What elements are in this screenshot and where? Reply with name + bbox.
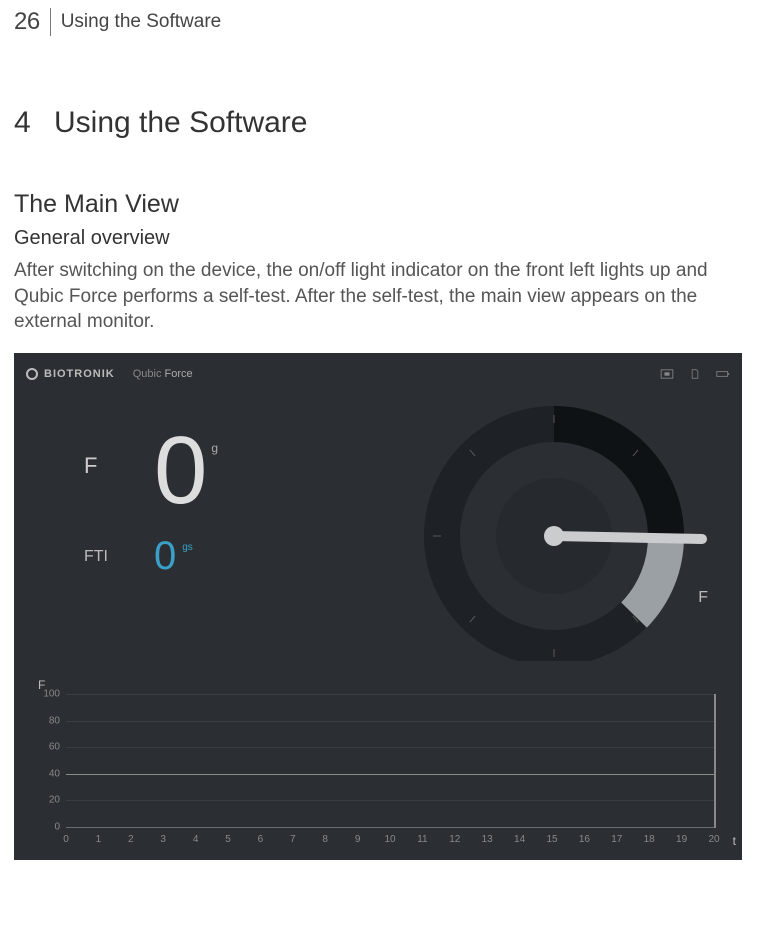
chart-y-tick: 40 xyxy=(36,768,60,779)
brand-name: BIOTRONIK xyxy=(44,368,115,380)
chart-y-tick: 0 xyxy=(36,821,60,832)
chapter-heading: 4 Using the Software xyxy=(14,106,744,140)
gauge-svg xyxy=(374,401,714,661)
chart-y-tick: 60 xyxy=(36,742,60,753)
chart-x-tick: 11 xyxy=(417,834,427,845)
chart-x-label: t xyxy=(733,834,736,848)
chart-y-tick: 80 xyxy=(36,715,60,726)
force-unit: g xyxy=(211,441,218,455)
force-label: F xyxy=(84,433,154,479)
chart-x-tick: 2 xyxy=(128,834,134,845)
chart-x-tick: 7 xyxy=(290,834,296,845)
chart-plot-area: 0204060801000123456789101112131415161718… xyxy=(66,694,716,828)
fti-readout: FTI 0 gs xyxy=(84,538,218,574)
fti-value: 0 xyxy=(154,538,176,574)
page: 26 Using the Software 4 Using the Softwa… xyxy=(0,0,758,947)
fti-unit: gs xyxy=(182,542,193,553)
chart-x-tick: 19 xyxy=(676,834,687,845)
content: 4 Using the Software The Main View Gener… xyxy=(0,106,758,860)
chart-x-tick: 3 xyxy=(160,834,166,845)
screenshot-figure: BIOTRONIK Qubic Force F 0 g F xyxy=(14,353,742,860)
app-header: BIOTRONIK Qubic Force xyxy=(14,363,742,385)
running-title: Using the Software xyxy=(61,11,222,33)
chart-gridline xyxy=(66,721,714,722)
chart-x-tick: 12 xyxy=(449,834,460,845)
product-name: Qubic Force xyxy=(133,368,193,380)
force-time-chart: F t 020406080100012345678910111213141516… xyxy=(28,680,734,850)
chart-x-tick: 5 xyxy=(225,834,231,845)
product-word-b: Force xyxy=(165,368,193,380)
force-value: 0 xyxy=(154,433,203,510)
force-readout: F 0 g xyxy=(84,433,218,510)
battery-icon xyxy=(716,369,730,379)
chart-series-line xyxy=(66,774,714,775)
chart-x-tick: 20 xyxy=(708,834,719,845)
gauge-axis-label: F xyxy=(698,589,708,607)
readouts: F 0 g FTI 0 gs xyxy=(84,433,218,602)
chart-x-tick: 1 xyxy=(96,834,102,845)
body-paragraph: After switching on the device, the on/of… xyxy=(14,258,744,335)
header-icons xyxy=(660,363,730,385)
product-word-a: Qubic xyxy=(133,368,162,380)
chart-y-tick: 20 xyxy=(36,795,60,806)
chart-x-tick: 15 xyxy=(546,834,557,845)
chart-gridline xyxy=(66,800,714,801)
chapter-number: 4 xyxy=(14,106,54,140)
chart-x-tick: 10 xyxy=(384,834,395,845)
chart-x-tick: 8 xyxy=(322,834,328,845)
page-number: 26 xyxy=(14,8,40,36)
document-icon[interactable] xyxy=(688,369,702,379)
chapter-title: Using the Software xyxy=(54,106,307,140)
chart-x-tick: 9 xyxy=(355,834,361,845)
chart-x-tick: 17 xyxy=(611,834,622,845)
subsection-heading: General overview xyxy=(14,227,744,250)
brand-logo-icon xyxy=(26,368,38,380)
chart-x-tick: 16 xyxy=(579,834,590,845)
screenshot-icon[interactable] xyxy=(660,369,674,379)
chart-gridline xyxy=(66,694,714,695)
section-heading: The Main View xyxy=(14,190,744,219)
chart-x-tick: 0 xyxy=(63,834,69,845)
chart-x-tick: 4 xyxy=(193,834,199,845)
chart-x-tick: 6 xyxy=(258,834,264,845)
fti-label: FTI xyxy=(84,538,154,566)
chart-x-tick: 18 xyxy=(644,834,655,845)
running-header: 26 Using the Software xyxy=(0,0,758,46)
chart-y-tick: 100 xyxy=(36,688,60,699)
chart-x-tick: 14 xyxy=(514,834,525,845)
chart-x-tick: 13 xyxy=(482,834,493,845)
force-gauge: F xyxy=(374,401,714,661)
header-divider xyxy=(50,8,51,36)
chart-gridline xyxy=(66,827,714,828)
chart-gridline xyxy=(66,747,714,748)
